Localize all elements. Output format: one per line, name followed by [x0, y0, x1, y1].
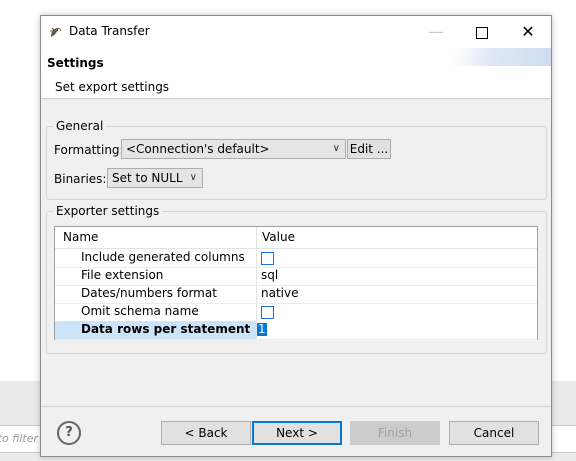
- rows-per-statement-input[interactable]: 1: [257, 321, 537, 339]
- property-name: Dates/numbers format: [81, 286, 217, 300]
- binaries-select[interactable]: Set to NULL ∨: [107, 168, 203, 188]
- close-button[interactable]: ✕: [505, 16, 551, 48]
- column-header-name[interactable]: Name: [63, 230, 98, 244]
- exporter-settings-label: Exporter settings: [53, 204, 163, 218]
- property-name: Data rows per statement: [81, 322, 251, 336]
- chevron-down-icon: ∨: [189, 172, 197, 183]
- next-button[interactable]: Next >: [252, 421, 342, 445]
- help-icon[interactable]: ?: [57, 421, 81, 445]
- page-title: Settings: [47, 56, 104, 70]
- formatting-select-value: <Connection's default>: [126, 142, 270, 156]
- table-row[interactable]: Dates/numbers format native: [55, 285, 537, 304]
- general-group-label: General: [53, 119, 107, 133]
- window-title: Data Transfer: [69, 24, 150, 38]
- wizard-header: Settings Set export settings: [41, 48, 551, 99]
- maximize-button[interactable]: [459, 16, 505, 48]
- property-value[interactable]: sql: [261, 268, 278, 282]
- data-transfer-dialog: Data Transfer — ✕ Settings Set export se…: [40, 15, 552, 457]
- back-button[interactable]: < Back: [161, 421, 251, 445]
- rows-per-statement-value: 1: [257, 322, 267, 336]
- property-name: Include generated columns: [81, 250, 245, 264]
- property-value[interactable]: native: [261, 286, 298, 300]
- column-header-value[interactable]: Value: [262, 230, 295, 244]
- table-row[interactable]: Omit schema name: [55, 303, 537, 322]
- background-filter-input[interactable]: to filter: [0, 425, 42, 453]
- property-name: Omit schema name: [81, 304, 199, 318]
- finish-button[interactable]: Finish: [350, 421, 440, 445]
- include-generated-columns-checkbox[interactable]: [261, 252, 274, 265]
- edit-format-button[interactable]: Edit ...: [347, 139, 391, 159]
- formatting-select[interactable]: <Connection's default> ∨: [121, 139, 346, 159]
- binaries-select-value: Set to NULL: [112, 171, 183, 185]
- minimize-button[interactable]: —: [413, 16, 459, 48]
- dbeaver-icon: [50, 27, 61, 37]
- title-bar: Data Transfer — ✕: [41, 16, 551, 48]
- omit-schema-name-checkbox[interactable]: [261, 306, 274, 319]
- table-header: Name Value: [55, 227, 537, 249]
- table-row[interactable]: Include generated columns: [55, 249, 537, 268]
- formatting-label: Formatting:: [54, 143, 124, 157]
- property-name: File extension: [81, 268, 164, 282]
- exporter-properties-table: Name Value Include generated columns Fil…: [54, 226, 538, 340]
- cancel-button[interactable]: Cancel: [449, 421, 539, 445]
- binaries-label: Binaries:: [54, 172, 107, 186]
- table-row-selected[interactable]: Data rows per statement 1: [55, 321, 537, 340]
- general-group: General: [46, 119, 547, 200]
- table-row[interactable]: File extension sql: [55, 267, 537, 286]
- page-description: Set export settings: [55, 80, 170, 94]
- header-banner: [401, 48, 551, 66]
- button-bar-separator: [41, 406, 551, 407]
- chevron-down-icon: ∨: [332, 143, 340, 154]
- maximize-icon: [476, 26, 488, 39]
